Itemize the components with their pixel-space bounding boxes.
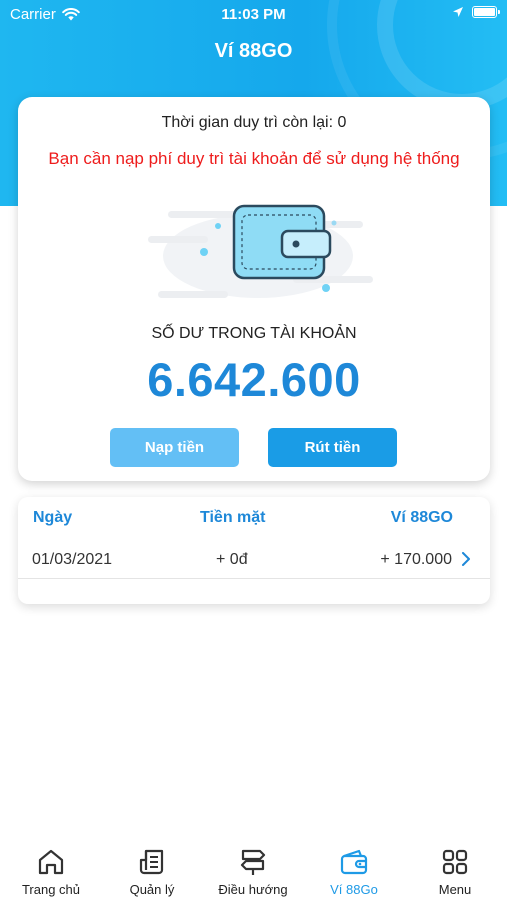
- transaction-row[interactable]: 01/03/2021 + 0đ + 170.000: [18, 539, 490, 579]
- column-header-date: Ngày: [33, 509, 73, 526]
- grid-icon: [442, 849, 468, 875]
- balance-label: SỐ DƯ TRONG TÀI KHOẢN: [151, 325, 357, 342]
- tab-label: Điều hướng: [218, 882, 288, 897]
- remaining-time-text: Thời gian duy trì còn lại: 0: [161, 114, 347, 131]
- status-time: 11:03 PM: [221, 6, 286, 23]
- tab-label: Trang chủ: [21, 882, 81, 897]
- transaction-date: 01/03/2021: [32, 551, 113, 568]
- location-arrow-icon: [453, 7, 463, 17]
- document-icon: [139, 849, 164, 875]
- tab-bar: Trang chủ Quản lý Điều hướng Ví 88Go Men…: [0, 838, 507, 900]
- chevron-right-icon: [462, 552, 470, 566]
- tab-navigation[interactable]: Điều hướng: [208, 848, 298, 897]
- status-right: [452, 6, 500, 18]
- column-header-wallet: Ví 88GO: [390, 509, 453, 526]
- transaction-cash: + 0đ: [216, 551, 248, 568]
- signpost-icon: [240, 849, 266, 875]
- wallet-illustration: [148, 204, 373, 298]
- tab-home[interactable]: Trang chủ: [6, 848, 96, 897]
- battery-icon: [472, 6, 500, 18]
- tab-label: Ví 88Go: [330, 882, 378, 897]
- page-title: Ví 88GO: [214, 40, 293, 62]
- balance-value: 6.642.600: [147, 353, 361, 406]
- tab-wallet[interactable]: Ví 88Go: [309, 848, 399, 897]
- home-icon: [38, 849, 64, 875]
- status-bar: Carrier 11:03 PM: [0, 0, 507, 28]
- tab-manage[interactable]: Quản lý: [107, 848, 197, 897]
- tab-label: Menu: [438, 882, 472, 897]
- balance-card: Thời gian duy trì còn lại: 0 Bạn cần nạp…: [18, 97, 490, 481]
- withdraw-button[interactable]: Rút tiền: [268, 428, 397, 467]
- wallet-icon: [340, 849, 368, 875]
- transaction-wallet: + 170.000: [380, 551, 452, 568]
- tab-label: Quản lý: [129, 882, 175, 897]
- column-header-cash: Tiền mặt: [200, 509, 266, 526]
- maintenance-warning: Bạn cần nạp phí duy trì tài khoản để sử …: [48, 149, 460, 168]
- deposit-button[interactable]: Nạp tiền: [110, 428, 239, 467]
- tab-menu[interactable]: Menu: [410, 848, 500, 897]
- transaction-history: Ngày Tiền mặt Ví 88GO 01/03/2021 + 0đ + …: [18, 497, 490, 604]
